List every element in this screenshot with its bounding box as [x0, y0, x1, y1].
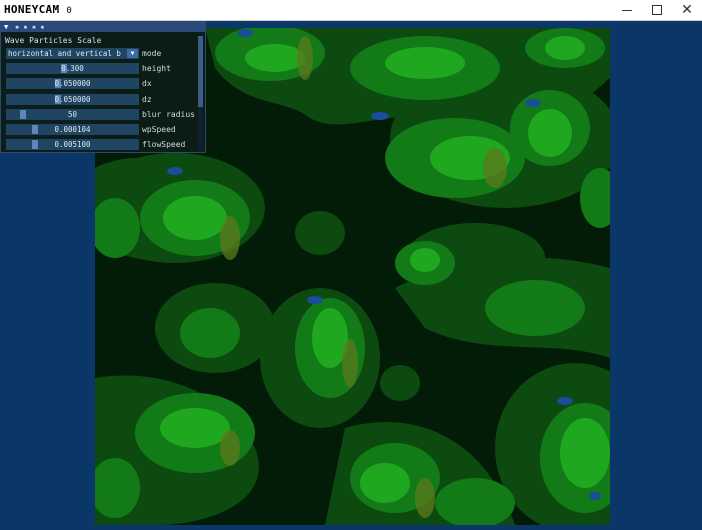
dz-row: 0.050000 dz	[5, 93, 201, 108]
maximize-icon	[652, 5, 662, 15]
chevron-down-icon[interactable]: ▼	[127, 49, 138, 58]
close-icon: ✕	[681, 2, 693, 18]
wpspeed-slider[interactable]: 0.000104	[6, 123, 139, 135]
flowspeed-slider[interactable]: 0.005100	[6, 139, 139, 151]
minimize-button[interactable]	[612, 0, 642, 20]
panel-body: Wave Particles Scale horizontal and vert…	[1, 32, 205, 153]
app-title-suffix: 0	[66, 6, 73, 16]
dz-slider[interactable]: 0.050000	[6, 93, 139, 105]
dx-row: 0.050000 dx	[5, 77, 201, 92]
flowspeed-slider-value: 0.005100	[54, 140, 91, 150]
height-slider-value: 0.300	[61, 64, 84, 74]
height-slider[interactable]: 0.300	[6, 63, 139, 75]
panel-header[interactable]: ▼ ▪ ▪ ▪ ▪	[1, 22, 205, 32]
section-title: Wave Particles Scale	[5, 36, 102, 45]
blur-radius-slider[interactable]: 50	[6, 108, 139, 120]
dx-slider[interactable]: 0.050000	[6, 78, 139, 90]
minimize-icon	[622, 9, 632, 11]
settings-panel[interactable]: ▼ ▪ ▪ ▪ ▪ Wave Particles Scale horizonta…	[0, 21, 206, 153]
dx-slider-value: 0.050000	[54, 79, 91, 89]
dz-slider-value: 0.050000	[54, 94, 91, 104]
height-label: height	[142, 64, 171, 74]
mode-label: mode	[142, 49, 162, 58]
flowspeed-row: 0.005100 flowSpeed	[5, 138, 201, 153]
mode-combo[interactable]: horizontal and vertical b ▼	[6, 48, 139, 59]
wpspeed-label: wpSpeed	[142, 124, 176, 134]
close-button[interactable]: ✕	[672, 0, 702, 20]
collapse-triangle-icon[interactable]: ▼	[4, 23, 8, 31]
mode-row: horizontal and vertical b ▼ mode	[5, 47, 201, 62]
maximize-button[interactable]	[642, 0, 672, 20]
wpspeed-row: 0.000104 wpSpeed	[5, 123, 201, 138]
panel-scrollbar[interactable]	[198, 36, 203, 151]
window-title-bar: HONEYCAM 0 ✕	[0, 0, 702, 21]
blur-radius-label: blur radius	[142, 109, 195, 119]
panel-scrollbar-thumb[interactable]	[198, 36, 203, 108]
wpspeed-slider-value: 0.000104	[54, 124, 91, 134]
mode-combo-value: horizontal and vertical b	[8, 49, 121, 58]
panel-title: ▪ ▪ ▪ ▪	[15, 23, 45, 31]
dx-label: dx	[142, 79, 152, 89]
blur-radius-row: 50 blur radius	[5, 108, 201, 123]
dz-label: dz	[142, 94, 152, 104]
app-title: HONEYCAM 0	[4, 3, 73, 16]
height-row: 0.300 height	[5, 62, 201, 77]
flowspeed-label: flowSpeed	[142, 140, 186, 150]
blur-radius-slider-value: 50	[67, 109, 78, 119]
